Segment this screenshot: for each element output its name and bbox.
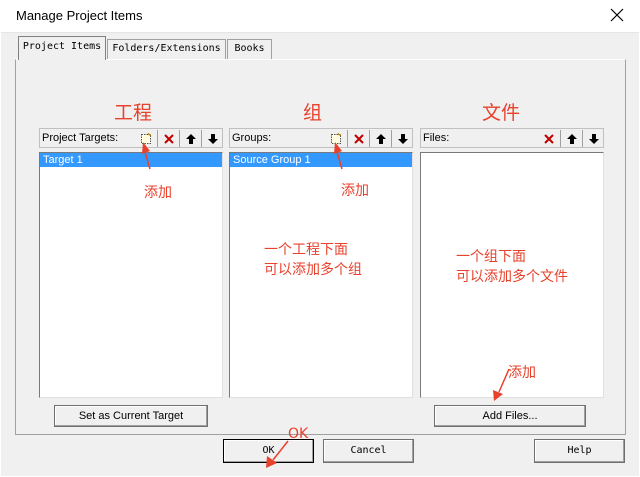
list-item[interactable]: Source Group 1 bbox=[230, 153, 412, 167]
targets-header: Project Targets: bbox=[39, 128, 223, 148]
targets-list[interactable]: Target 1 bbox=[39, 152, 223, 398]
tab-folders-extensions-label: Folders/Extensions bbox=[112, 43, 221, 54]
move-down-icon bbox=[588, 133, 599, 144]
tab-books[interactable]: Books bbox=[227, 39, 272, 59]
move-up-icon bbox=[566, 133, 577, 144]
dialog-client: Project Items Folders/Extensions Books 工… bbox=[1, 32, 639, 476]
delete-icon bbox=[544, 133, 554, 144]
tab-folders-extensions[interactable]: Folders/Extensions bbox=[107, 39, 226, 59]
add-files-button[interactable]: Add Files... bbox=[434, 405, 586, 427]
title-bar: Manage Project Items bbox=[0, 0, 640, 32]
groups-move-down-button[interactable] bbox=[391, 130, 413, 147]
annotation-arrow-icon bbox=[334, 142, 343, 170]
move-down-icon bbox=[207, 133, 218, 144]
annotation-groups-note-line1: 一个工程下面 bbox=[264, 242, 348, 258]
move-down-icon bbox=[397, 133, 408, 144]
cancel-label: Cancel bbox=[350, 445, 387, 456]
close-icon bbox=[610, 8, 624, 22]
set-current-target-label: Set as Current Target bbox=[78, 410, 184, 422]
list-item[interactable]: Target 1 bbox=[40, 153, 222, 167]
annotation-files-note-line1: 一个组下面 bbox=[456, 249, 526, 265]
move-up-icon bbox=[185, 133, 196, 144]
annotation-files-note-line2: 可以添加多个文件 bbox=[456, 269, 568, 285]
annotation-ok-note: OK bbox=[288, 426, 309, 442]
files-move-up-button[interactable] bbox=[560, 130, 582, 147]
groups-move-up-button[interactable] bbox=[369, 130, 391, 147]
groups-header: Groups: bbox=[229, 128, 413, 148]
files-delete-button[interactable] bbox=[538, 130, 560, 147]
groups-header-label: Groups: bbox=[232, 132, 272, 144]
tab-project-items[interactable]: Project Items bbox=[18, 36, 106, 60]
annotation-groups-title: 组 bbox=[303, 102, 323, 124]
files-header: Files: bbox=[420, 128, 604, 148]
window-title: Manage Project Items bbox=[16, 8, 143, 23]
close-button[interactable] bbox=[600, 2, 634, 28]
help-button[interactable]: Help bbox=[534, 439, 625, 463]
delete-icon bbox=[353, 133, 364, 144]
targets-move-down-button[interactable] bbox=[201, 130, 223, 147]
annotation-add-targets: 添加 bbox=[144, 185, 172, 201]
tab-books-label: Books bbox=[234, 43, 265, 54]
files-move-down-button[interactable] bbox=[582, 130, 604, 147]
targets-move-up-button[interactable] bbox=[179, 130, 201, 147]
project-items-page: 工程 组 文件 Project Targets: Target 1 Groups… bbox=[15, 59, 626, 468]
help-label: Help bbox=[567, 445, 592, 456]
annotation-arrow-icon bbox=[142, 142, 151, 170]
set-current-target-button[interactable]: Set as Current Target bbox=[54, 405, 208, 427]
delete-icon bbox=[163, 133, 174, 144]
cancel-button[interactable]: Cancel bbox=[323, 439, 414, 463]
files-header-label: Files: bbox=[423, 132, 450, 144]
annotation-add-groups: 添加 bbox=[341, 183, 369, 199]
annotation-groups-note-line2: 可以添加多个组 bbox=[264, 262, 362, 278]
annotation-targets-title: 工程 bbox=[114, 102, 153, 124]
files-toolbar bbox=[538, 130, 604, 147]
move-up-icon bbox=[375, 133, 386, 144]
tab-project-items-label: Project Items bbox=[22, 41, 102, 52]
targets-header-label: Project Targets: bbox=[42, 132, 119, 144]
targets-delete-button[interactable] bbox=[157, 130, 179, 147]
annotation-arrow-icon bbox=[493, 368, 510, 401]
annotation-arrow-icon bbox=[266, 440, 289, 468]
add-files-label: Add Files... bbox=[482, 410, 538, 422]
annotation-files-title: 文件 bbox=[482, 102, 521, 124]
